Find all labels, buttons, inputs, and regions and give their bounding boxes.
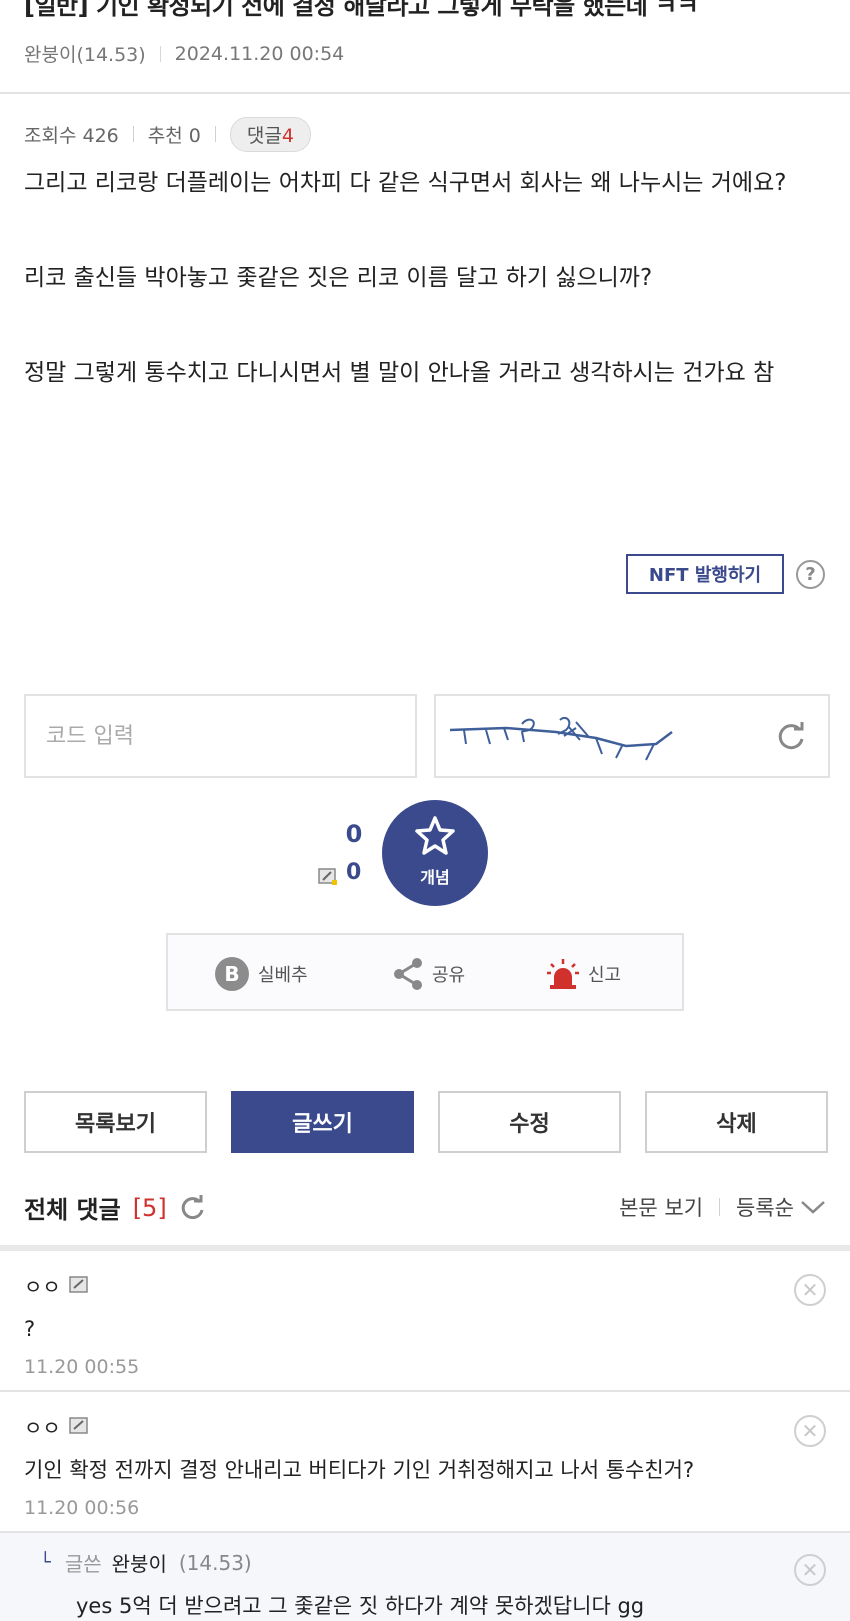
list-view-button[interactable]: 목록보기 [24,1091,207,1153]
comment-date: 11.20 00:56 [24,1497,140,1519]
action-bar: B 실베추 공유 신고 [166,933,684,1011]
comments-count: [5] [132,1193,167,1222]
report-button[interactable]: 신고 [546,955,621,993]
comment-date: 11.20 00:55 [24,1356,140,1378]
refresh-icon[interactable] [774,720,808,754]
close-icon[interactable]: ✕ [794,1415,826,1447]
post-body: 그리고 리코랑 더플레이는 어차피 다 같은 식구면서 회사는 왜 나누시는 거… [24,160,824,396]
comment-text: 기인 확정 전까지 결정 안내리고 버티다가 기인 거취정해지고 나서 통수친거… [24,1458,695,1482]
b-icon: B [215,957,249,991]
divider [132,126,134,142]
captcha-code-input[interactable] [24,694,417,778]
sort-dropdown[interactable]: 등록순 [736,1192,794,1222]
reply-text: yes 5억 더 받으려고 그 좇같은 짓 하다가 계약 못하겠답니다 gg [76,1594,645,1618]
recommend-count: 추천 0 [147,124,201,147]
share-icon [394,958,422,990]
svg-text:B: B [224,962,239,986]
chevron-down-icon[interactable] [800,1199,826,1215]
reply-author-ip: (14.53) [178,1550,252,1575]
comment-text: ? [24,1317,36,1341]
help-icon[interactable]: ? [796,560,825,589]
reply-header: └ 글쓴 완붕이 (14.53) [40,1548,252,1577]
reply-author-label: 글쓴 [64,1552,102,1576]
edit-button[interactable]: 수정 [438,1091,621,1153]
comment-author-name: ㅇㅇ [24,1274,61,1299]
fixed-nick-icon [69,1276,88,1293]
reply-arrow-icon: └ [40,1552,51,1573]
nft-issue-button[interactable]: NFT 발행하기 [626,554,784,594]
recommend-number: 0 [345,820,363,848]
reply-author-name[interactable]: 완붕이 [112,1548,167,1577]
fixed-nick-icon [69,1417,88,1434]
comment-item: ㅇㅇ ? 11.20 00:55 [24,1272,814,1379]
recommend-button[interactable]: 개념 [382,800,488,906]
view-body-link[interactable]: 본문 보기 [619,1192,703,1222]
post-meta: 완붕이(14.53) 2024.11.20 00:54 [24,40,344,67]
close-icon[interactable]: ✕ [794,1554,826,1586]
comment-pill-label: 댓글 [246,124,282,147]
view-count: 조회수 426 [24,124,119,147]
comment-pill-count: 4 [281,124,294,147]
body-paragraph: 정말 그렇게 통수치고 다니시면서 별 말이 안나올 거라고 생각하시는 건가요… [24,360,775,386]
fixed-recommend-number: 0 [346,860,362,885]
body-paragraph: 리코 출신들 박아놓고 좇같은 짓은 리코 이름 달고 하기 싫으니까? [24,265,653,291]
share-button[interactable]: 공유 [392,955,465,993]
report-label: 신고 [588,965,622,986]
body-paragraph: 그리고 리코랑 더플레이는 어차피 다 같은 식구면서 회사는 왜 나누시는 거… [24,170,787,196]
divider [0,1390,850,1392]
divider [0,92,850,94]
refresh-comments-icon[interactable] [179,1194,207,1222]
divider [159,45,161,62]
post-date: 2024.11.20 00:54 [174,42,345,65]
fixed-nick-icon [318,868,337,885]
share-label: 공유 [432,965,466,986]
divider [719,1198,721,1216]
siren-icon [547,959,579,989]
recommend-button-label: 개념 [420,868,450,887]
star-icon [415,816,455,855]
post-author[interactable]: 완붕이(14.53) [24,40,146,67]
comment-item: ㅇㅇ 기인 확정 전까지 결정 안내리고 버티다가 기인 거취정해지고 나서 통… [24,1413,814,1520]
captcha-image [449,716,673,761]
comments-header: 전체 댓글 [5] [24,1190,207,1225]
post-stats: 조회수 426 추천 0 댓글4 [24,116,311,152]
comment-author[interactable]: ㅇㅇ [24,1272,814,1299]
comment-tools: 본문 보기 등록순 [619,1192,826,1222]
delete-button[interactable]: 삭제 [645,1091,828,1153]
silbechu-button[interactable]: B 실베추 [214,955,308,993]
comments-title: 전체 댓글 [24,1196,121,1224]
close-icon[interactable]: ✕ [794,1274,826,1306]
divider [214,126,216,142]
captcha-box [434,694,830,778]
comment-author-name: ㅇㅇ [24,1415,61,1440]
comment-author[interactable]: ㅇㅇ [24,1413,814,1440]
divider [0,1245,850,1251]
silbechu-label: 실베추 [258,965,308,986]
comment-count-pill[interactable]: 댓글4 [229,116,311,152]
write-button[interactable]: 글쓰기 [231,1091,414,1153]
post-title: [일반] 기인 확정되기 전에 결정 해달라고 그렇게 부탁을 했는데 ㅋㅋ [24,0,699,20]
